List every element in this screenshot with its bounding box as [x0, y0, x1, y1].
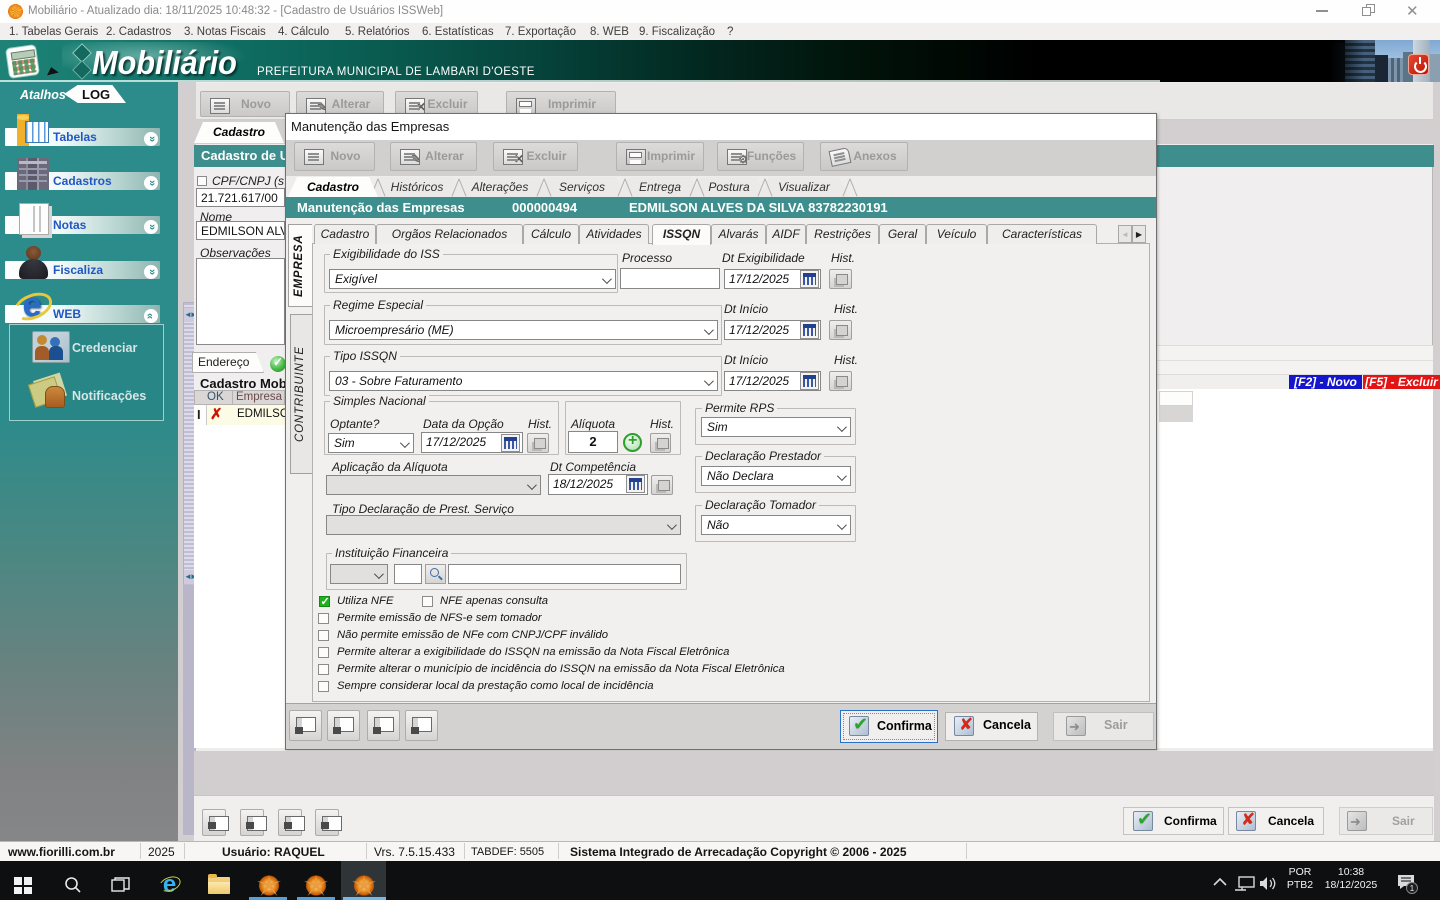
- svg-text:1: 1: [1410, 884, 1415, 893]
